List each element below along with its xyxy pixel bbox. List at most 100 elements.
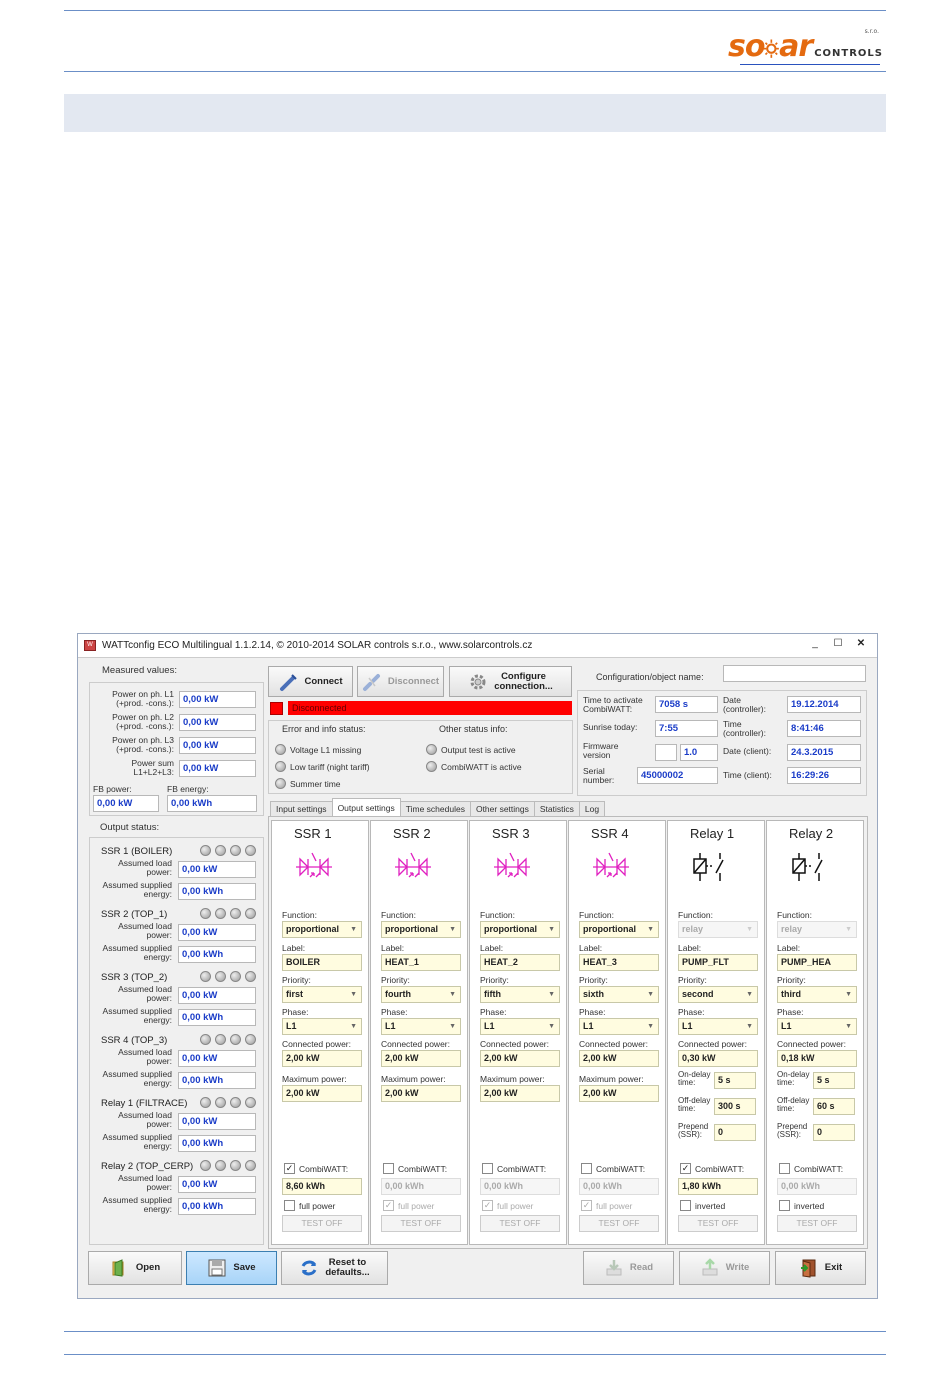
maximum-field[interactable]: 2,00 kW [480,1085,560,1102]
tab-output-settings[interactable]: Output settings [331,798,401,816]
tab-other-settings[interactable]: Other settings [469,801,535,816]
phase-label: Phase: [480,1007,507,1017]
priority-field[interactable]: first [282,986,362,1003]
disconnect-button[interactable]: Disconnect [357,666,444,697]
off_delay-label: Off-delay time: [777,1096,810,1113]
phase-field[interactable]: L1 [777,1018,857,1035]
label-field[interactable]: PUMP_HEA [777,954,857,971]
tab-time-schedules[interactable]: Time schedules [399,801,471,816]
off_delay-field[interactable]: 300 s [714,1098,756,1115]
status-led [230,1160,241,1171]
status-led [200,1097,211,1108]
firmware-value: 1.0 [680,744,718,761]
configure-connection-button[interactable]: Configure connection... [449,666,572,697]
phase-field[interactable]: L1 [678,1018,758,1035]
maximum-field[interactable]: 2,00 kW [381,1085,461,1102]
serial-label: Serial number: [583,766,615,785]
close-button[interactable]: ✕ [851,636,871,653]
phase-field[interactable]: L1 [579,1018,659,1035]
function-field[interactable]: proportional [282,921,362,938]
connected-label: Connected power: [381,1039,450,1049]
test-off-button[interactable]: TEST OFF [381,1215,461,1232]
tab-input-settings[interactable]: Input settings [270,801,333,816]
function-field[interactable]: proportional [381,921,461,938]
reset-defaults-button[interactable]: Reset to defaults... [281,1251,388,1285]
label-field[interactable]: BOILER [282,954,362,971]
priority-field[interactable]: sixth [579,986,659,1003]
full-power-checkbox[interactable] [284,1200,295,1211]
priority-field[interactable]: fifth [480,986,560,1003]
write-button[interactable]: Write [679,1251,770,1285]
combiwatt-energy: 0,00 kWh [777,1178,857,1195]
maximum-field[interactable]: 2,00 kW [282,1085,362,1102]
combiwatt-checkbox[interactable] [482,1163,493,1174]
status-led [200,908,211,919]
test-off-button[interactable]: TEST OFF [480,1215,560,1232]
connected-field[interactable]: 2,00 kW [480,1050,560,1067]
full-power-checkbox[interactable]: ✓ [383,1200,394,1211]
label-field[interactable]: HEAT_2 [480,954,560,971]
minimize-button[interactable]: _ [805,636,825,653]
label-field[interactable]: HEAT_1 [381,954,461,971]
priority-field[interactable]: third [777,986,857,1003]
assumed-load-value: 0,00 kW [178,924,256,941]
test-off-button[interactable]: TEST OFF [678,1215,758,1232]
connect-button[interactable]: Connect [268,666,353,697]
error-status-led [275,761,286,772]
label-field[interactable]: HEAT_3 [579,954,659,971]
full-power-checkbox[interactable]: ✓ [581,1200,592,1211]
other-status-led [426,761,437,772]
combiwatt-checkbox[interactable]: ✓ [284,1163,295,1174]
function-field[interactable]: proportional [480,921,560,938]
error-status-text: Summer time [290,779,341,789]
inverted-checkbox[interactable] [680,1200,691,1211]
combiwatt-checkbox[interactable] [581,1163,592,1174]
read-button[interactable]: Read [583,1251,674,1285]
prepend-field[interactable]: 0 [714,1124,756,1141]
output-column-title: Relay 1 [690,826,735,841]
connected-field[interactable]: 2,00 kW [381,1050,461,1067]
maximize-button[interactable]: ☐ [828,636,848,653]
label-field[interactable]: PUMP_FLT [678,954,758,971]
off_delay-field[interactable]: 60 s [813,1098,855,1115]
assumed-load-value: 0,00 kW [178,1113,256,1130]
assumed-load-value: 0,00 kW [178,1176,256,1193]
connected-field[interactable]: 0,30 kW [678,1050,758,1067]
test-off-button[interactable]: TEST OFF [777,1215,857,1232]
read-download-icon [606,1260,622,1276]
output-status-name: Relay 1 (FILTRACE) [101,1098,188,1109]
combiwatt-checkbox[interactable] [383,1163,394,1174]
exit-label: Exit [824,1262,843,1273]
logo-text-right: ar [779,29,813,64]
activate-label: Time to activate CombiWATT: [583,695,643,714]
open-button[interactable]: Open [88,1251,182,1285]
phase-field[interactable]: L1 [480,1018,560,1035]
full-power-checkbox[interactable]: ✓ [482,1200,493,1211]
connected-field[interactable]: 2,00 kW [282,1050,362,1067]
phase-field[interactable]: L1 [381,1018,461,1035]
phase-field[interactable]: L1 [282,1018,362,1035]
exit-button[interactable]: Exit [775,1251,866,1285]
maximum-field[interactable]: 2,00 kW [579,1085,659,1102]
combiwatt-checkbox[interactable]: ✓ [680,1163,691,1174]
inverted-checkbox[interactable] [779,1200,790,1211]
test-off-button[interactable]: TEST OFF [282,1215,362,1232]
on_delay-field[interactable]: 5 s [813,1072,855,1089]
on_delay-field[interactable]: 5 s [714,1072,756,1089]
priority-field[interactable]: fourth [381,986,461,1003]
tab-log[interactable]: Log [578,801,606,816]
config-name-input[interactable] [723,665,866,682]
save-button[interactable]: Save [186,1251,277,1285]
tab-statistics[interactable]: Statistics [533,801,580,816]
connected-field[interactable]: 2,00 kW [579,1050,659,1067]
connected-field[interactable]: 0,18 kW [777,1050,857,1067]
prepend-field[interactable]: 0 [813,1124,855,1141]
function-field[interactable]: proportional [579,921,659,938]
floppy-disk-icon [208,1259,226,1277]
other-status-text: Output test is active [441,745,516,755]
combiwatt-checkbox[interactable] [779,1163,790,1174]
priority-field[interactable]: second [678,986,758,1003]
test-off-button[interactable]: TEST OFF [579,1215,659,1232]
output-column-title: Relay 2 [789,826,834,841]
error-status-text: Low tariff (night tariff) [290,762,370,772]
